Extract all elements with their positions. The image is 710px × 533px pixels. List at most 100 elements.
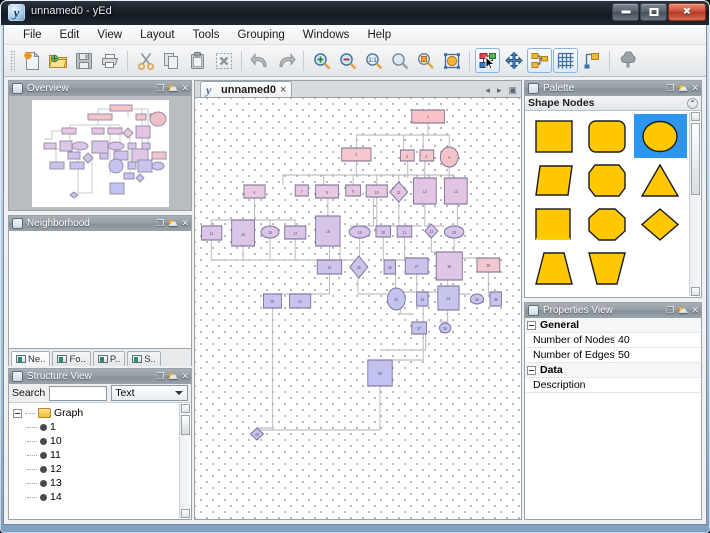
tree-row-node[interactable]: 1 — [13, 420, 191, 434]
overview-minimap[interactable] — [31, 99, 169, 207]
redo-icon[interactable] — [273, 48, 298, 73]
property-row-description[interactable]: Description — [525, 378, 701, 393]
hierarchic-layout-icon[interactable] — [475, 48, 500, 73]
neighborhood-close-button[interactable]: ✕ — [181, 219, 189, 228]
tab-neighborhood[interactable]: Ne.. — [11, 351, 51, 366]
group-collapse-icon[interactable] — [527, 320, 536, 330]
tab-folding[interactable]: Fo.. — [52, 351, 91, 366]
palette-trapezoid[interactable] — [527, 246, 580, 290]
open-document-icon[interactable] — [45, 48, 70, 73]
tab-list-icon[interactable]: ▣ — [508, 85, 517, 96]
document-tab-unnamed0[interactable]: y unnamed0 × — [200, 81, 293, 98]
close-button[interactable]: ✖ — [668, 3, 706, 21]
menu-windows[interactable]: Windows — [294, 27, 359, 43]
overview-body[interactable] — [9, 96, 191, 210]
label-placement-icon[interactable] — [579, 48, 604, 73]
fit-selection-icon[interactable] — [439, 48, 464, 73]
maximize-button[interactable] — [640, 3, 667, 21]
zoom-actual-size-icon[interactable]: 1:1 — [361, 48, 386, 73]
menu-tools[interactable]: Tools — [184, 27, 229, 43]
shape-nodes-section-header[interactable]: Shape Nodes ⌃ — [525, 96, 701, 111]
structure-view-close-button[interactable]: ✕ — [181, 372, 189, 381]
scroll-down-arrow[interactable] — [181, 509, 190, 518]
save-icon[interactable] — [71, 48, 96, 73]
tree-row-node[interactable]: 10 — [13, 434, 191, 448]
zoom-in-icon[interactable] — [309, 48, 334, 73]
properties-close-button[interactable]: ✕ — [691, 306, 699, 315]
overview-close-button[interactable]: ✕ — [181, 84, 189, 93]
structure-tree-body[interactable]: Graph 1 10 11 12 13 14 — [9, 403, 191, 519]
palette-rounded-rectangle[interactable] — [580, 114, 633, 158]
overview-pin-button[interactable]: ⛅ — [167, 84, 178, 93]
copy-icon[interactable] — [159, 48, 184, 73]
palette-triangle[interactable] — [634, 158, 687, 202]
cut-icon[interactable] — [133, 48, 158, 73]
search-filter-combo[interactable]: Text — [111, 385, 188, 401]
zoom-out-icon[interactable] — [335, 48, 360, 73]
properties-float-button[interactable]: ❐ — [666, 306, 674, 315]
tab-predecessors[interactable]: P.. — [92, 351, 126, 366]
tree-collapse-icon[interactable] — [13, 408, 22, 418]
palette-body[interactable] — [525, 111, 701, 297]
structure-tree-scrollbar[interactable] — [179, 404, 190, 518]
properties-view-body[interactable]: General Number of Nodes 40 Number of Edg… — [525, 318, 701, 519]
tab-successors[interactable]: S.. — [127, 351, 161, 366]
menu-view[interactable]: View — [88, 27, 131, 43]
search-input[interactable] — [49, 385, 108, 401]
orthogonal-layout-icon[interactable] — [527, 48, 552, 73]
palette-rectangle[interactable] — [527, 114, 580, 158]
palette-scroll-down-arrow[interactable] — [691, 287, 700, 296]
tree-layout-icon[interactable] — [615, 48, 640, 73]
property-group-data[interactable]: Data — [525, 363, 701, 378]
tree-row-node[interactable]: 14 — [13, 490, 191, 504]
tree-row-root[interactable]: Graph — [13, 406, 191, 420]
prev-tab-icon[interactable]: ◂ — [485, 85, 490, 96]
properties-pin-button[interactable]: ⛅ — [677, 306, 688, 315]
property-group-general[interactable]: General — [525, 318, 701, 333]
menu-edit[interactable]: Edit — [51, 27, 89, 43]
property-row-node-count[interactable]: Number of Nodes 40 — [525, 333, 701, 348]
menu-grouping[interactable]: Grouping — [228, 27, 293, 43]
tree-row-node[interactable]: 11 — [13, 448, 191, 462]
next-tab-icon[interactable]: ▸ — [497, 85, 502, 96]
organic-layout-icon[interactable] — [501, 48, 526, 73]
menu-help[interactable]: Help — [358, 27, 400, 43]
palette-octagon[interactable] — [580, 202, 633, 246]
palette-pin-button[interactable]: ⛅ — [677, 84, 688, 93]
palette-scrollbar[interactable] — [689, 112, 700, 296]
toolbar-grip[interactable] — [10, 49, 15, 72]
neighborhood-body[interactable] — [9, 231, 191, 348]
fit-content-icon[interactable] — [387, 48, 412, 73]
neighborhood-float-button[interactable]: ❐ — [156, 219, 164, 228]
collapse-section-icon[interactable]: ⌃ — [687, 97, 698, 109]
close-icon[interactable]: × — [280, 84, 286, 96]
structure-view-pin-button[interactable]: ⛅ — [167, 372, 178, 381]
delete-icon[interactable] — [211, 48, 236, 73]
new-document-icon[interactable] — [19, 48, 44, 73]
menu-layout[interactable]: Layout — [131, 27, 184, 43]
palette-scroll-up-arrow[interactable] — [691, 112, 700, 121]
group-collapse-icon[interactable] — [527, 365, 536, 375]
tree-row-node[interactable]: 12 — [13, 462, 191, 476]
paste-icon[interactable] — [185, 48, 210, 73]
undo-icon[interactable] — [247, 48, 272, 73]
neighborhood-pin-button[interactable]: ⛅ — [167, 219, 178, 228]
property-row-edge-count[interactable]: Number of Edges 50 — [525, 348, 701, 363]
palette-hexagon[interactable] — [580, 158, 633, 202]
print-icon[interactable] — [97, 48, 122, 73]
overview-float-button[interactable]: ❐ — [156, 84, 164, 93]
zoom-area-icon[interactable] — [413, 48, 438, 73]
palette-float-button[interactable]: ❐ — [666, 84, 674, 93]
scroll-thumb[interactable] — [181, 415, 190, 435]
palette-diamond[interactable] — [634, 202, 687, 246]
grid-icon[interactable] — [553, 48, 578, 73]
palette-ellipse[interactable] — [633, 114, 687, 158]
palette-parallelogram[interactable] — [527, 158, 580, 202]
palette-scroll-thumb[interactable] — [691, 123, 700, 195]
menu-file[interactable]: File — [14, 27, 51, 43]
palette-trapezoid2[interactable] — [580, 246, 633, 290]
palette-rectangle-shadow[interactable] — [527, 202, 580, 246]
tree-row-node[interactable]: 13 — [13, 476, 191, 490]
minimize-button[interactable] — [612, 3, 639, 21]
structure-view-float-button[interactable]: ❐ — [156, 372, 164, 381]
